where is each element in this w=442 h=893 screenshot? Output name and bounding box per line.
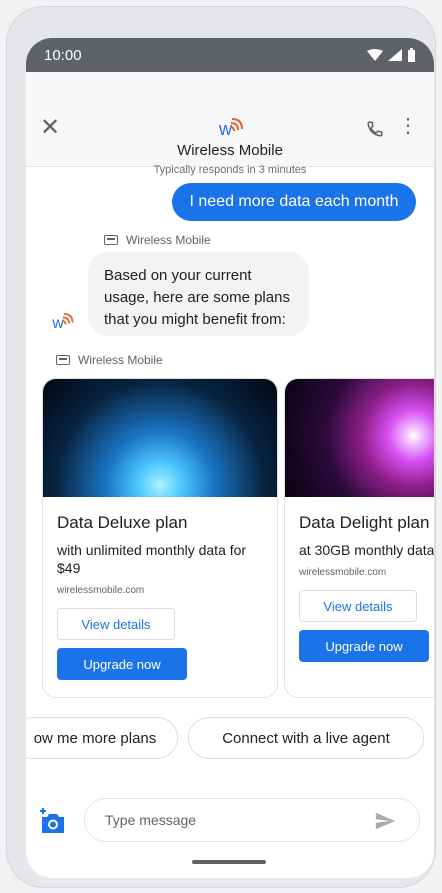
response-time-subtitle: Typically responds in 3 minutes [153, 164, 307, 176]
send-icon[interactable] [374, 810, 396, 832]
more-vertical-icon[interactable]: ⋮ [398, 116, 418, 136]
plan-title: Data Deluxe plan [57, 513, 188, 532]
plan-url: wirelessmobile.com [57, 585, 145, 596]
wifi-icon [367, 49, 383, 61]
svg-text:w: w [51, 315, 64, 332]
chat-screen: 10:00 ✕ w Wireless Mobile Typically resp… [26, 38, 434, 878]
upgrade-now-button[interactable]: Upgrade now [57, 648, 187, 680]
view-details-button[interactable]: View details [299, 590, 417, 622]
suggestion-live-agent[interactable]: Connect with a live agent [188, 717, 424, 759]
close-icon[interactable]: ✕ [40, 116, 60, 140]
add-photo-icon[interactable] [39, 808, 67, 836]
battery-icon [408, 48, 415, 62]
bot-chip-icon [56, 355, 70, 365]
sender-label-text: Wireless Mobile [126, 233, 211, 247]
sender-label: Wireless Mobile [56, 353, 163, 367]
lights-image [285, 379, 434, 497]
svg-text:w: w [218, 119, 233, 138]
upgrade-now-button[interactable]: Upgrade now [299, 630, 429, 662]
fiber-optic-image [43, 379, 277, 497]
plan-card: Data Delight plan at 30GB monthly data f… [284, 378, 434, 698]
chat-header: ✕ w Wireless Mobile Typically responds i… [26, 72, 434, 176]
brand-logo: w [218, 118, 243, 138]
home-indicator[interactable] [192, 860, 266, 864]
message-input[interactable] [84, 798, 420, 842]
brand-avatar: w [51, 313, 74, 332]
view-details-button[interactable]: View details [57, 608, 175, 640]
plan-description: at 30GB monthly data for $25 [299, 542, 434, 558]
user-message: I need more data each month [172, 183, 416, 221]
bot-message: Based on your current usage, here are so… [88, 252, 309, 336]
sender-label-text: Wireless Mobile [78, 353, 163, 367]
plan-url: wirelessmobile.com [299, 567, 387, 578]
plan-card: Data Deluxe plan with unlimited monthly … [42, 378, 278, 698]
signal-icon [388, 49, 402, 61]
bot-chip-icon [104, 235, 118, 245]
phone-icon[interactable] [366, 120, 384, 138]
plan-description: with unlimited monthly data for $49 [57, 542, 247, 576]
suggestion-more-plans[interactable]: ow me more plans [26, 717, 178, 759]
composer [26, 798, 434, 854]
sender-label: Wireless Mobile [104, 233, 211, 247]
status-time: 10:00 [44, 46, 82, 64]
plan-title: Data Delight plan [299, 513, 430, 532]
brand-name: Wireless Mobile [177, 142, 283, 159]
status-bar: 10:00 [26, 38, 434, 72]
phone-frame: 10:00 ✕ w Wireless Mobile Typically resp… [6, 6, 436, 888]
status-icons [367, 48, 416, 62]
